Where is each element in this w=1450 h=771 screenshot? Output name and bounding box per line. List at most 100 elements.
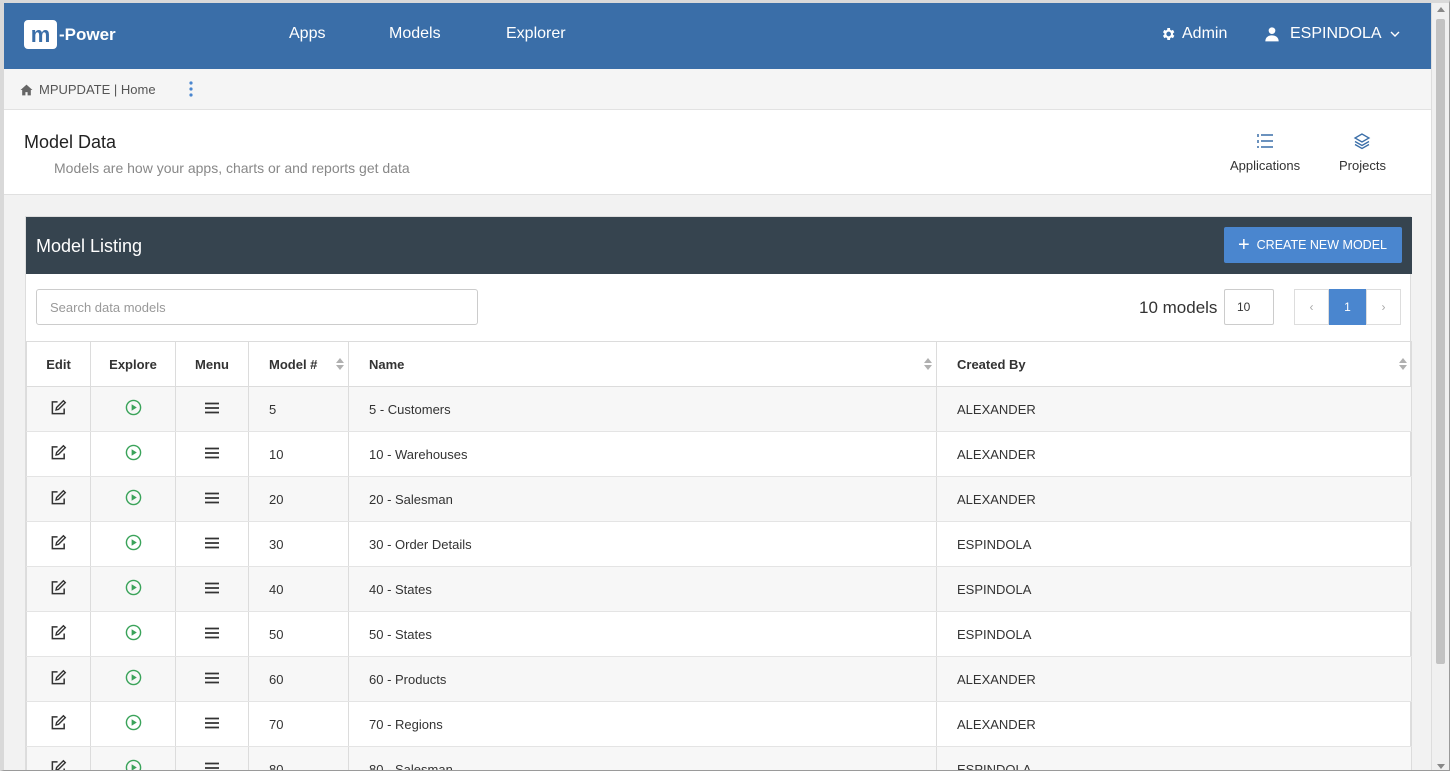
sort-icon (1399, 358, 1407, 370)
applications-link[interactable]: Applications (1230, 132, 1300, 173)
edit-icon[interactable] (50, 444, 67, 464)
explore-cell (90, 566, 176, 612)
hamburger-menu-icon[interactable] (204, 762, 220, 770)
col-model-number[interactable]: Model # (248, 341, 349, 387)
model-name: 50 - States (348, 611, 937, 657)
projects-label: Projects (1339, 158, 1386, 173)
table-row: 10 10 - Warehouses ALEXANDER (26, 431, 1412, 477)
scroll-thumb[interactable] (1436, 19, 1445, 664)
col-menu: Menu (175, 341, 249, 387)
breadcrumb-text: MPUPDATE | Home (39, 82, 156, 97)
col-name-label: Name (369, 356, 405, 372)
model-table: Edit Explore Menu Model # Name Created B… (26, 341, 1412, 770)
model-count: 10 models (1139, 298, 1218, 317)
scroll-down-icon[interactable] (1437, 764, 1445, 769)
menu-cell (175, 386, 249, 432)
play-icon[interactable] (125, 759, 142, 770)
page-size-select[interactable]: 10 (1224, 289, 1274, 325)
home-icon (20, 84, 33, 95)
edit-icon[interactable] (50, 534, 67, 554)
card-title: Model Listing (36, 236, 143, 256)
edit-icon[interactable] (50, 759, 67, 770)
breadcrumb[interactable]: MPUPDATE | Home (20, 82, 156, 97)
model-name: 80 - Salesman (348, 746, 937, 770)
sort-icon (924, 358, 932, 370)
menu-cell (175, 701, 249, 747)
pagination: ‹ 1 › (1294, 289, 1401, 325)
edit-cell (26, 701, 91, 747)
menu-cell (175, 566, 249, 612)
logo-mark: m (24, 20, 57, 49)
next-page-button[interactable]: › (1366, 289, 1401, 325)
browser-frame: m -Power Apps Models Explorer Admin ESPI… (0, 0, 1450, 771)
edit-cell (26, 746, 91, 770)
edit-icon[interactable] (50, 399, 67, 419)
page-scrollbar[interactable] (1431, 3, 1449, 770)
breadcrumb-bar: MPUPDATE | Home (4, 69, 1432, 110)
created-by: ALEXANDER (936, 656, 1412, 702)
play-icon[interactable] (125, 444, 142, 464)
projects-link[interactable]: Projects (1339, 132, 1386, 173)
menu-cell (175, 431, 249, 477)
created-by: ESPINDOLA (936, 521, 1412, 567)
nav-explorer[interactable]: Explorer (506, 25, 566, 43)
search-input[interactable] (36, 289, 478, 325)
play-icon[interactable] (125, 669, 142, 689)
kebab-menu-icon[interactable] (189, 81, 193, 102)
explore-cell (90, 656, 176, 702)
page-1-button[interactable]: 1 (1329, 289, 1366, 325)
play-icon[interactable] (125, 714, 142, 734)
col-explore: Explore (90, 341, 176, 387)
table-row: 80 80 - Salesman ESPINDOLA (26, 746, 1412, 770)
hamburger-menu-icon[interactable] (204, 402, 220, 417)
edit-icon[interactable] (50, 489, 67, 509)
hamburger-menu-icon[interactable] (204, 582, 220, 597)
created-by: ALEXANDER (936, 431, 1412, 477)
explore-cell (90, 476, 176, 522)
model-name: 40 - States (348, 566, 937, 612)
hamburger-menu-icon[interactable] (204, 447, 220, 462)
play-icon[interactable] (125, 624, 142, 644)
nav-models[interactable]: Models (389, 25, 441, 43)
top-navbar: m -Power Apps Models Explorer Admin ESPI… (4, 3, 1432, 69)
page-subtitle: Models are how your apps, charts or and … (54, 160, 410, 176)
col-created-by[interactable]: Created By (936, 341, 1412, 387)
model-name: 5 - Customers (348, 386, 937, 432)
model-name: 60 - Products (348, 656, 937, 702)
hamburger-menu-icon[interactable] (204, 492, 220, 507)
scroll-up-icon[interactable] (1437, 7, 1445, 12)
play-icon[interactable] (125, 579, 142, 599)
mpower-logo[interactable]: m -Power (24, 20, 116, 49)
edit-icon[interactable] (50, 714, 67, 734)
explore-cell (90, 701, 176, 747)
play-icon[interactable] (125, 534, 142, 554)
hamburger-menu-icon[interactable] (204, 672, 220, 687)
card-header: Model Listing + CREATE NEW MODEL (26, 217, 1412, 274)
explore-cell (90, 746, 176, 770)
user-icon (1265, 27, 1279, 42)
created-by: ESPINDOLA (936, 746, 1412, 770)
model-number: 80 (248, 746, 349, 770)
hamburger-menu-icon[interactable] (204, 537, 220, 552)
play-icon[interactable] (125, 399, 142, 419)
create-new-model-button[interactable]: + CREATE NEW MODEL (1223, 227, 1402, 263)
edit-cell (26, 656, 91, 702)
col-name[interactable]: Name (348, 341, 937, 387)
nav-apps[interactable]: Apps (289, 25, 325, 43)
model-number: 40 (248, 566, 349, 612)
applications-label: Applications (1230, 158, 1301, 173)
hamburger-menu-icon[interactable] (204, 627, 220, 642)
model-listing-card: Model Listing + CREATE NEW MODEL 10 mode… (25, 216, 1412, 770)
prev-page-button[interactable]: ‹ (1294, 289, 1329, 325)
model-number: 30 (248, 521, 349, 567)
hamburger-menu-icon[interactable] (204, 717, 220, 732)
edit-icon[interactable] (50, 579, 67, 599)
edit-icon[interactable] (50, 669, 67, 689)
user-menu[interactable]: ESPINDOLA (1264, 25, 1406, 43)
edit-icon[interactable] (50, 624, 67, 644)
play-icon[interactable] (125, 489, 142, 509)
col-created-by-label: Created By (957, 356, 1026, 372)
admin-menu[interactable]: Admin (1160, 25, 1227, 43)
edit-cell (26, 386, 91, 432)
table-row: 20 20 - Salesman ALEXANDER (26, 476, 1412, 522)
